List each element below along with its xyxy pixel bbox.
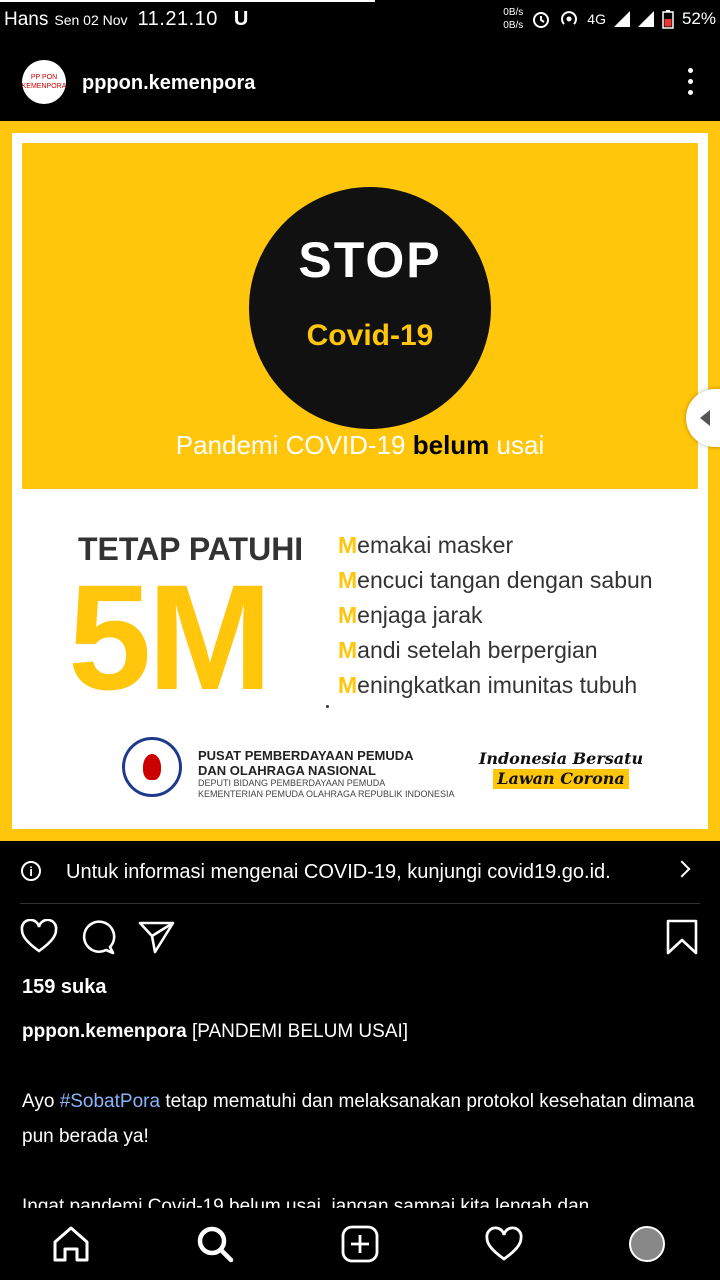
indo-line-2: Lawan Corona xyxy=(493,769,629,789)
speed-down-label: 0B/s xyxy=(503,20,524,31)
chevron-right-icon xyxy=(673,860,691,878)
bookmark-icon[interactable] xyxy=(666,919,698,955)
list-item: Menjaga jarak xyxy=(338,602,483,628)
signal-icon xyxy=(613,11,630,27)
pandemi-text: Pandemi COVID-19 belum usai xyxy=(22,430,698,461)
5m-list: Memakai masker Mencuci tangan dengan sab… xyxy=(338,528,653,703)
alarm-icon xyxy=(533,12,550,28)
more-icon[interactable] xyxy=(686,68,694,95)
network-speed: 0B/s 0B/s xyxy=(503,6,523,32)
avatar[interactable]: PP PON KEMENPORA xyxy=(22,60,66,104)
time-label: 11.21.10 xyxy=(137,8,218,30)
ministry-line-3: DEPUTI BIDANG PEMBERDAYAAN PEMUDA xyxy=(198,778,386,788)
caption-username[interactable]: pppon.kemenpora xyxy=(22,1021,187,1042)
poster-banner: STOP Covid-19 Pandemi COVID-19 belum usa… xyxy=(22,143,698,489)
battery-label: 52% xyxy=(681,9,716,28)
stop-text: STOP xyxy=(298,232,442,288)
status-progress-line xyxy=(0,0,375,2)
ministry-line-1: PUSAT PEMBERDAYAAN PEMUDA xyxy=(198,748,414,763)
ministry-line-2: DAN OLAHRAGA NASIONAL xyxy=(198,763,376,778)
divider xyxy=(20,903,700,904)
share-icon[interactable] xyxy=(138,919,176,955)
list-item: Memakai masker xyxy=(338,532,514,558)
activity-icon[interactable] xyxy=(484,1224,524,1264)
caption-title: [PANDEMI BELUM USAI] xyxy=(186,1021,409,1042)
pandemi-bold: belum xyxy=(412,430,490,460)
covid-info-text: Untuk informasi mengenai COVID-19, kunju… xyxy=(66,861,611,883)
date-label: Sen 02 Nov xyxy=(54,12,128,28)
covid-info-banner[interactable]: i Untuk informasi mengenai COVID-19, kun… xyxy=(0,842,720,902)
covid-text: Covid-19 xyxy=(306,319,434,352)
like-count[interactable]: 159 suka xyxy=(22,976,107,999)
decorative-dot xyxy=(326,705,329,708)
poster: STOP Covid-19 Pandemi COVID-19 belum usa… xyxy=(12,133,708,829)
5m-heading: 5M xyxy=(68,553,272,721)
info-icon: i xyxy=(21,861,41,881)
avatar-text: PP PON KEMENPORA xyxy=(21,74,67,90)
caption-text: Ayo xyxy=(22,1091,60,1112)
list-item: Mencuci tangan dengan sabun xyxy=(338,567,653,593)
network-type-label: 4G xyxy=(587,11,606,27)
pandemi-suffix: usai xyxy=(489,430,545,460)
battery-icon xyxy=(662,10,674,29)
comment-icon[interactable] xyxy=(80,919,116,955)
speed-up-label: 0B/s xyxy=(503,7,524,18)
pandemi-prefix: Pandemi COVID-19 xyxy=(175,430,413,460)
bottom-nav xyxy=(0,1208,720,1280)
ministry-line-4: KEMENTERIAN PEMUDA OLAHRAGA REPUBLIK IND… xyxy=(198,789,455,799)
post-username[interactable]: pppon.kemenpora xyxy=(82,72,255,95)
home-icon[interactable] xyxy=(51,1224,91,1264)
stop-circle: STOP Covid-19 xyxy=(249,187,491,429)
post-image[interactable]: STOP Covid-19 Pandemi COVID-19 belum usa… xyxy=(0,121,720,841)
action-bar xyxy=(0,915,720,961)
status-bar: Hans Sen 02 Nov 11.21.10 U 0B/s 0B/s 4G … xyxy=(0,0,720,38)
app-indicator-icon: U xyxy=(233,8,249,30)
caption-paragraph: Ayo #SobatPora tetap mematuhi dan melaks… xyxy=(22,1084,702,1154)
profile-icon[interactable] xyxy=(629,1226,665,1262)
hashtag-link[interactable]: #SobatPora xyxy=(60,1091,160,1112)
hotspot-icon xyxy=(561,11,578,25)
signal-2-icon xyxy=(637,11,654,27)
post-header: PP PON KEMENPORA pppon.kemenpora xyxy=(0,52,720,114)
ministry-text: PUSAT PEMBERDAYAAN PEMUDA DAN OLAHRAGA N… xyxy=(198,748,455,800)
heart-icon[interactable] xyxy=(20,919,58,955)
list-item: Mandi setelah berpergian xyxy=(338,637,598,663)
carrier-label: Hans xyxy=(4,9,49,30)
ministry-logo xyxy=(122,737,182,797)
list-item: Meningkatkan imunitas tubuh xyxy=(338,672,638,698)
indo-line-1: Indonesia Bersatu xyxy=(478,749,644,768)
search-icon[interactable] xyxy=(195,1224,235,1264)
indonesia-bersatu-logo: Indonesia Bersatu Lawan Corona xyxy=(466,749,656,789)
add-icon[interactable] xyxy=(340,1224,380,1264)
